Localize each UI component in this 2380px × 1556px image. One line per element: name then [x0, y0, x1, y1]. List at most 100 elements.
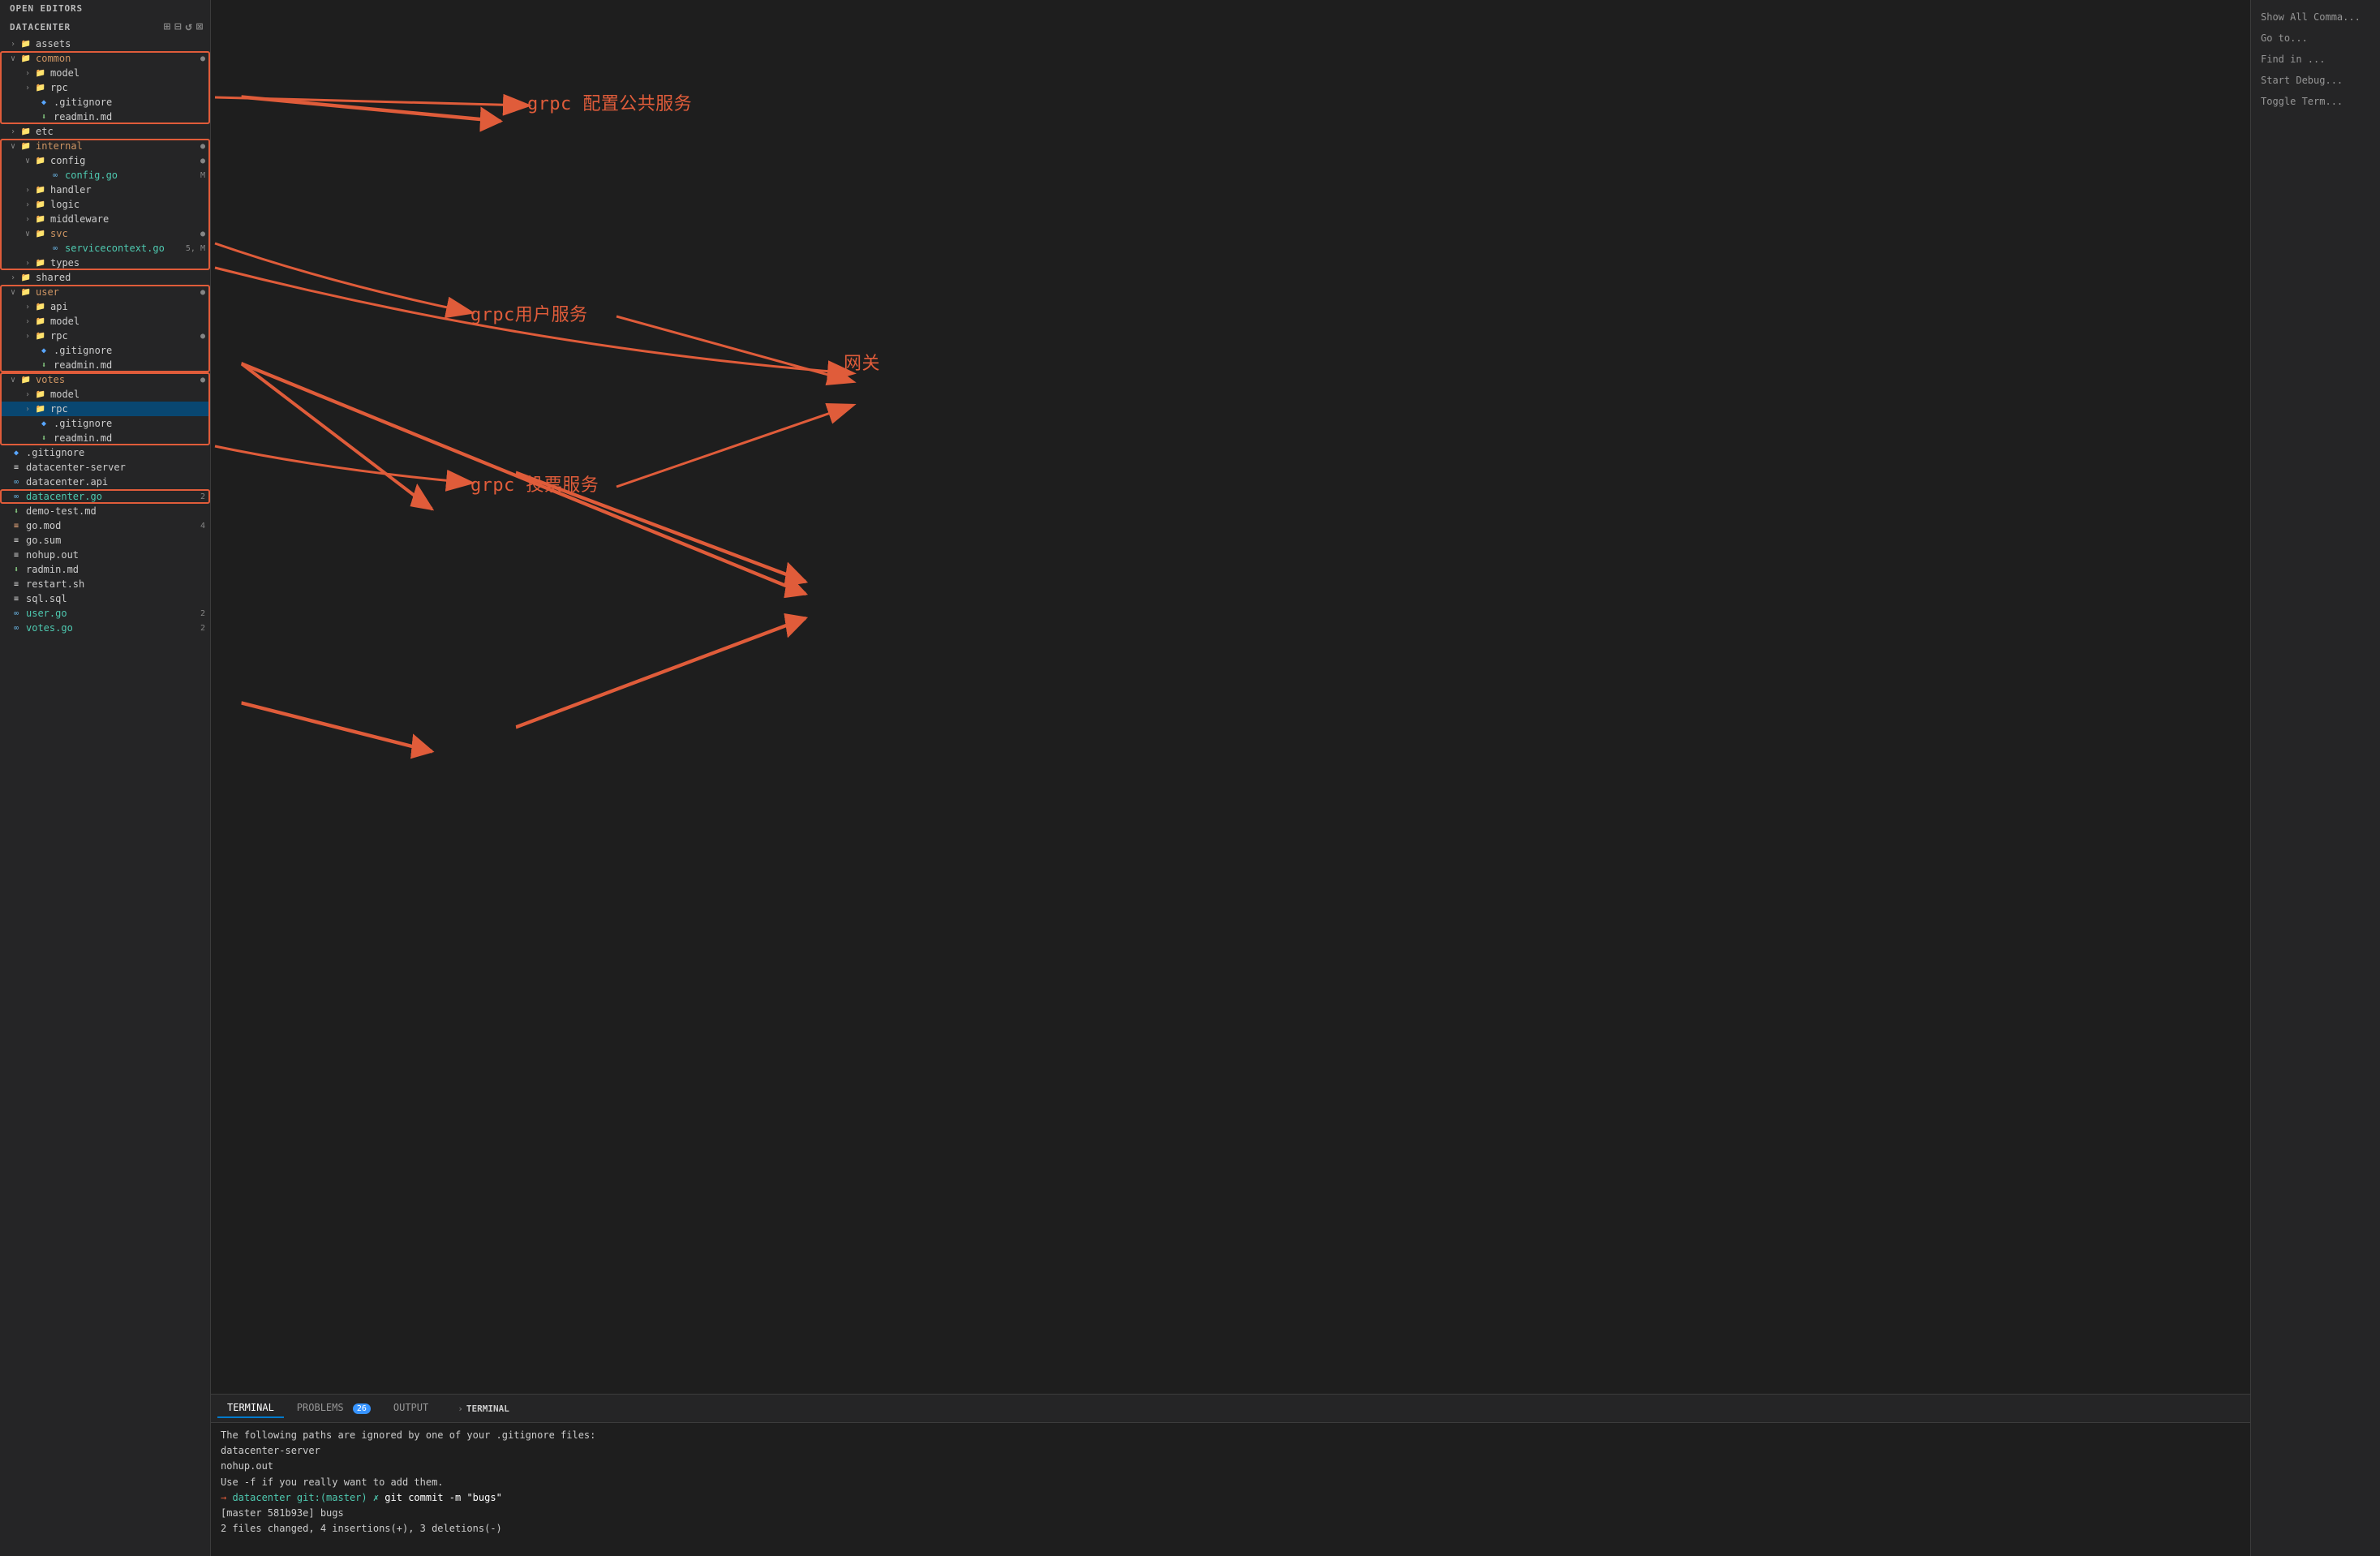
chevron-icon: › — [458, 1403, 463, 1414]
item-label: readmin.md — [54, 359, 210, 371]
tree-item-handler[interactable]: › 📁 handler — [0, 183, 210, 197]
terminal-text: datacenter-server — [221, 1445, 320, 1456]
new-file-icon[interactable]: ⊞ — [164, 20, 171, 33]
tree-item-svc[interactable]: ∨ 📁 svc ● — [0, 226, 210, 241]
tree-item-api-user[interactable]: › 📁 api — [0, 299, 210, 314]
refresh-icon[interactable]: ↺ — [185, 20, 192, 33]
tree-item-middleware[interactable]: › 📁 middleware — [0, 212, 210, 226]
tree-item-internal[interactable]: ∨ 📁 internal ● — [0, 139, 210, 153]
right-panel-item-2[interactable]: Find in ... — [2251, 49, 2380, 70]
arrow-icon: › — [6, 127, 19, 136]
tree-item-datacenter-api[interactable]: ∞ datacenter.api — [0, 475, 210, 489]
main-area: grpc 配置公共服务 grpc用户服务 网关 grpc 投票服务 — [211, 0, 2250, 1556]
open-editors-label: OPEN EDITORS — [10, 3, 83, 14]
go-icon: ∞ — [10, 490, 23, 503]
tree-item-gitignore-user[interactable]: ◆ .gitignore — [0, 343, 210, 358]
api-icon: ∞ — [10, 475, 23, 488]
tree-item-datacenter-server[interactable]: ≡ datacenter-server — [0, 460, 210, 475]
item-badge: ● — [200, 332, 205, 341]
right-panel-item-3[interactable]: Start Debug... — [2251, 70, 2380, 91]
folder-icon: 📁 — [19, 373, 32, 386]
tree-item-go-mod[interactable]: ≡ go.mod 4 — [0, 518, 210, 533]
tree-item-readmin-common[interactable]: ⬇ readmin.md — [0, 110, 210, 124]
tree-item-datacenter-go[interactable]: ∞ datacenter.go 2 — [0, 489, 210, 504]
new-folder-icon[interactable]: ⊟ — [174, 20, 182, 33]
tree-item-rpc-votes[interactable]: › 📁 rpc — [0, 402, 210, 416]
tree-item-user[interactable]: ∨ 📁 user ● — [0, 285, 210, 299]
item-label: assets — [36, 38, 210, 49]
tree-item-demo-test-md[interactable]: ⬇ demo-test.md — [0, 504, 210, 518]
folder-icon: 📁 — [19, 37, 32, 50]
right-panel-item-4[interactable]: Toggle Term... — [2251, 91, 2380, 112]
tree-item-servicecontext[interactable]: ∞ servicecontext.go 5, M — [0, 241, 210, 256]
tree-item-model-votes[interactable]: › 📁 model — [0, 387, 210, 402]
tree-item-gitignore-root[interactable]: ◆ .gitignore — [0, 445, 210, 460]
tab-problems[interactable]: PROBLEMS 26 — [287, 1399, 380, 1418]
tree-item-shared[interactable]: › 📁 shared — [0, 270, 210, 285]
tree-item-nohup-out[interactable]: ≡ nohup.out — [0, 548, 210, 562]
item-label: servicecontext.go — [65, 243, 186, 254]
tree-item-readmin-votes[interactable]: ⬇ readmin.md — [0, 431, 210, 445]
file-icon: ≡ — [10, 548, 23, 561]
gitignore-icon: ◆ — [37, 344, 50, 357]
tree-item-radmin-md[interactable]: ⬇ radmin.md — [0, 562, 210, 577]
item-label: etc — [36, 126, 210, 137]
tree-item-sql-sql[interactable]: ≡ sql.sql — [0, 591, 210, 606]
tree-item-go-sum[interactable]: ≡ go.sum — [0, 533, 210, 548]
tree-item-types[interactable]: › 📁 types — [0, 256, 210, 270]
item-label: logic — [50, 199, 210, 210]
folder-icon: 📁 — [19, 125, 32, 138]
tab-terminal[interactable]: TERMINAL — [217, 1399, 284, 1418]
tree-item-votes-go[interactable]: ∞ votes.go 2 — [0, 621, 210, 635]
go-icon: ∞ — [49, 169, 62, 182]
tree-item-rpc-user[interactable]: › 📁 rpc ● — [0, 329, 210, 343]
tree-item-etc[interactable]: › 📁 etc — [0, 124, 210, 139]
item-label: user — [36, 286, 200, 298]
item-badge: ● — [200, 157, 205, 165]
item-label: datacenter.go — [26, 491, 200, 502]
tree-item-config[interactable]: ∨ 📁 config ● — [0, 153, 210, 168]
tree-item-readmin-user[interactable]: ⬇ readmin.md — [0, 358, 210, 372]
tree-item-rpc[interactable]: › 📁 rpc — [0, 80, 210, 95]
collapse-icon[interactable]: ⊠ — [196, 20, 204, 33]
right-panel-item-1[interactable]: Go to... — [2251, 28, 2380, 49]
folder-icon: 📁 — [19, 140, 32, 153]
terminal-text: [master 581b93e] bugs — [221, 1507, 344, 1519]
tree-item-gitignore-common[interactable]: ◆ .gitignore — [0, 95, 210, 110]
item-label: go.sum — [26, 535, 210, 546]
datacenter-header[interactable]: DATACENTER ⊞ ⊟ ↺ ⊠ — [0, 17, 210, 37]
item-label: svc — [50, 228, 200, 239]
item-label: .gitignore — [54, 97, 210, 108]
right-panel-item-0[interactable]: Show All Comma... — [2251, 6, 2380, 28]
item-label: votes — [36, 374, 200, 385]
tree-item-common[interactable]: ∨ 📁 common ● — [0, 51, 210, 66]
tree-item-config-go[interactable]: ∞ config.go M — [0, 168, 210, 183]
item-label: config — [50, 155, 200, 166]
terminal-expand[interactable]: › TERMINAL — [451, 1400, 516, 1417]
tree-item-model[interactable]: › 📁 model — [0, 66, 210, 80]
tree-item-gitignore-votes[interactable]: ◆ .gitignore — [0, 416, 210, 431]
terminal-arrow: → — [221, 1492, 232, 1503]
gitignore-icon: ◆ — [10, 446, 23, 459]
tree-item-assets[interactable]: › 📁 assets — [0, 37, 210, 51]
arrow-icon: › — [21, 215, 34, 224]
arrow-icon: ∨ — [6, 142, 19, 151]
item-badge: ● — [200, 230, 205, 239]
tab-output[interactable]: OUTPUT — [384, 1399, 438, 1418]
open-editors-header[interactable]: OPEN EDITORS — [0, 0, 210, 17]
item-badge: ● — [200, 288, 205, 297]
folder-icon: 📁 — [34, 256, 47, 269]
tree-item-restart-sh[interactable]: ≡ restart.sh — [0, 577, 210, 591]
item-label: readmin.md — [54, 432, 210, 444]
folder-icon: 📁 — [19, 271, 32, 284]
editor-area: grpc 配置公共服务 grpc用户服务 网关 grpc 投票服务 — [211, 0, 2250, 1394]
folder-icon: 📁 — [34, 300, 47, 313]
arrow-icon: ∨ — [6, 288, 19, 297]
tree-item-model-user[interactable]: › 📁 model — [0, 314, 210, 329]
arrow-icon: › — [6, 40, 19, 49]
tree-item-votes[interactable]: ∨ 📁 votes ● — [0, 372, 210, 387]
item-label: .gitignore — [26, 447, 210, 458]
tree-item-user-go[interactable]: ∞ user.go 2 — [0, 606, 210, 621]
terminal-line-7: 2 files changed, 4 insertions(+), 3 dele… — [221, 1521, 2240, 1537]
tree-item-logic[interactable]: › 📁 logic — [0, 197, 210, 212]
